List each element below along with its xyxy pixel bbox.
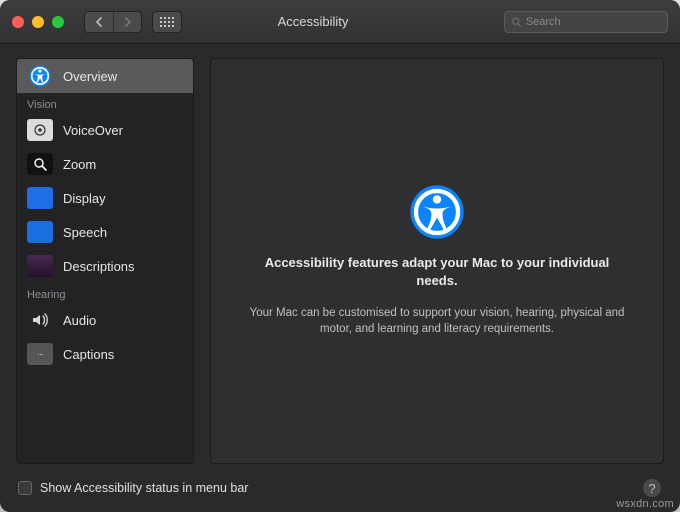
- accessibility-hero-icon: [409, 184, 465, 240]
- speech-icon: [27, 221, 53, 243]
- menubar-status-checkbox[interactable]: [18, 481, 32, 495]
- sidebar-item-voiceover[interactable]: VoiceOver: [17, 113, 193, 147]
- voiceover-icon: [27, 119, 53, 141]
- display-icon: [27, 187, 53, 209]
- titlebar: Accessibility: [0, 0, 680, 44]
- sidebar-item-label: Display: [63, 191, 106, 206]
- window-controls: [12, 16, 64, 28]
- watermark: wsxdn.com: [616, 498, 674, 510]
- sidebar-item-overview[interactable]: Overview: [17, 59, 193, 93]
- search-icon: [511, 16, 522, 28]
- sidebar-item-audio[interactable]: Audio: [17, 303, 193, 337]
- chevron-right-icon: [124, 17, 132, 27]
- content-heading: Accessibility features adapt your Mac to…: [249, 254, 625, 290]
- sidebar-item-display[interactable]: Display: [17, 181, 193, 215]
- content-subtext: Your Mac can be customised to support yo…: [249, 305, 625, 338]
- sidebar-item-label: Speech: [63, 225, 107, 240]
- descriptions-icon: [27, 255, 53, 277]
- sidebar-item-speech[interactable]: Speech: [17, 215, 193, 249]
- sidebar-item-label: Overview: [63, 69, 117, 84]
- preferences-window: Accessibility Overview Vision: [0, 0, 680, 512]
- window-body: Overview Vision VoiceOver Zoom Display: [0, 44, 680, 464]
- zoom-button[interactable]: [52, 16, 64, 28]
- window-title: Accessibility: [132, 14, 494, 29]
- minimize-button[interactable]: [32, 16, 44, 28]
- footer: Show Accessibility status in menu bar ?: [0, 464, 680, 512]
- sidebar-item-label: Descriptions: [63, 259, 135, 274]
- audio-icon: [27, 309, 53, 331]
- sidebar-item-captions[interactable]: ··· Captions: [17, 337, 193, 371]
- sidebar-item-zoom[interactable]: Zoom: [17, 147, 193, 181]
- sidebar-section-hearing: Hearing: [17, 283, 193, 303]
- accessibility-icon: [27, 65, 53, 87]
- menubar-status-checkbox-row[interactable]: Show Accessibility status in menu bar: [18, 481, 248, 495]
- search-input[interactable]: [526, 16, 661, 28]
- menubar-status-label: Show Accessibility status in menu bar: [40, 481, 248, 495]
- content-pane: Accessibility features adapt your Mac to…: [210, 58, 664, 464]
- help-button[interactable]: ?: [642, 478, 662, 498]
- search-field[interactable]: [504, 11, 668, 33]
- captions-icon: ···: [27, 343, 53, 365]
- sidebar-section-vision: Vision: [17, 93, 193, 113]
- sidebar-item-label: Captions: [63, 347, 114, 362]
- sidebar-item-label: Audio: [63, 313, 96, 328]
- sidebar-item-descriptions[interactable]: Descriptions: [17, 249, 193, 283]
- chevron-left-icon: [95, 17, 103, 27]
- close-button[interactable]: [12, 16, 24, 28]
- zoom-icon: [27, 153, 53, 175]
- sidebar[interactable]: Overview Vision VoiceOver Zoom Display: [16, 58, 194, 464]
- back-button[interactable]: [85, 12, 113, 32]
- sidebar-item-label: Zoom: [63, 157, 96, 172]
- sidebar-item-label: VoiceOver: [63, 123, 123, 138]
